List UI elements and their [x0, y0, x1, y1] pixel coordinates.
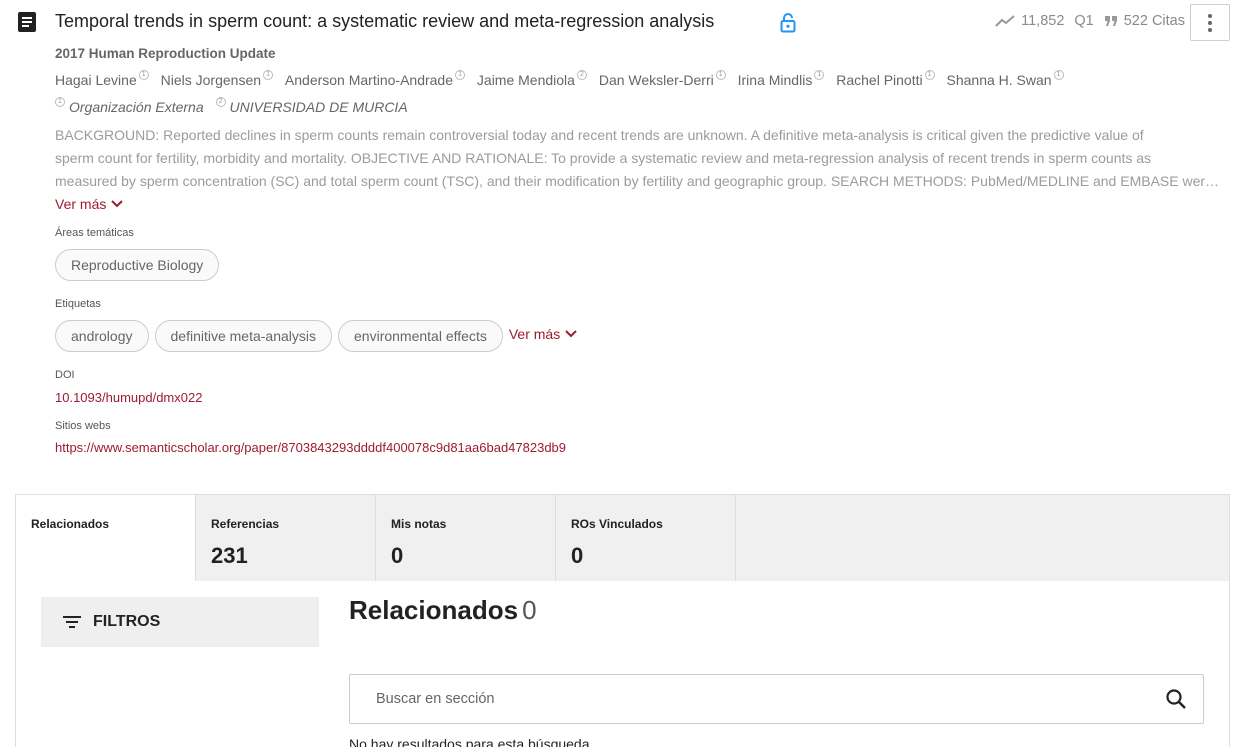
affiliation-badge: 1 — [715, 70, 726, 80]
views-count: 11,852 — [1021, 13, 1065, 29]
quartile-badge: Q1 — [1074, 13, 1094, 29]
areas-chips: Reproductive Biology — [55, 249, 220, 281]
citations-count: 522 Citas — [1123, 13, 1185, 29]
more-options-button[interactable] — [1190, 4, 1230, 41]
areas-label: Áreas temáticas — [55, 227, 134, 239]
affiliation-badge: 1 — [814, 70, 825, 80]
tab-count: 0 — [571, 543, 584, 568]
author-link[interactable]: Niels Jorgensen 1 — [161, 67, 274, 94]
abstract-see-more-link[interactable]: Ver más — [55, 196, 124, 212]
author-link[interactable]: Irina Mindlis 1 — [738, 67, 825, 94]
author-link[interactable]: Dan Weksler-Derri 1 — [599, 67, 726, 94]
website-link[interactable]: https://www.semanticscholar.org/paper/87… — [55, 440, 566, 455]
tab-mis-notas[interactable]: Mis notas 0 — [376, 495, 556, 582]
section-tabs: Relacionados Referencias 231 Mis notas 0… — [15, 494, 1230, 583]
author-link[interactable]: Jaime Mendiola 2 — [477, 67, 587, 94]
tags-see-more-link[interactable]: Ver más — [509, 326, 577, 342]
open-access-lock-icon — [780, 13, 796, 33]
chevron-down-icon — [111, 200, 124, 208]
section-count: 0 — [522, 595, 537, 625]
more-vert-icon — [1208, 13, 1212, 18]
section-search — [349, 674, 1204, 724]
quote-icon — [1104, 16, 1117, 26]
publication-title: Temporal trends in sperm count: a system… — [55, 11, 715, 31]
affiliation-badge: 1 — [924, 70, 935, 80]
tab-ros-vinculados[interactable]: ROs Vinculados 0 — [556, 495, 736, 582]
citations-metric: 522 Citas — [1104, 13, 1185, 29]
tab-referencias[interactable]: Referencias 231 — [196, 495, 376, 582]
websites-label: Sitios webs — [55, 420, 111, 432]
author-link[interactable]: Shanna H. Swan 1 — [947, 67, 1064, 94]
search-input[interactable] — [350, 675, 1150, 723]
chevron-down-icon — [565, 330, 577, 338]
author-link[interactable]: Anderson Martino-Andrade 1 — [285, 67, 466, 94]
journal-year: 2017 Human Reproduction Update — [55, 46, 276, 61]
document-icon — [18, 12, 36, 32]
affiliation-badge: 1 — [55, 97, 65, 107]
affiliation-external: 1 Organización Externa — [55, 94, 204, 121]
trending-icon — [995, 15, 1015, 27]
views-metric: 11,852 — [995, 13, 1064, 29]
area-chip[interactable]: Reproductive Biology — [55, 249, 220, 281]
affiliation-badge: 1 — [1053, 70, 1064, 80]
tag-chip[interactable]: andrology — [55, 320, 149, 352]
search-icon[interactable] — [1165, 688, 1187, 710]
no-results-message: No hay resultados para esta búsqueda — [349, 736, 590, 747]
tab-count: 231 — [211, 543, 248, 568]
tags-chips: andrology definitive meta-analysis envir… — [55, 320, 577, 352]
affiliation-badge: 2 — [576, 70, 587, 80]
author-link[interactable]: Rachel Pinotti 1 — [836, 67, 935, 94]
tab-count: 0 — [391, 543, 404, 568]
doi-label: DOI — [55, 369, 75, 381]
affiliation-badge: 1 — [138, 70, 149, 80]
tag-chip[interactable]: environmental effects — [338, 320, 503, 352]
section-title: Relacionados 0 — [349, 595, 537, 625]
tab-relacionados[interactable]: Relacionados — [16, 495, 196, 583]
doi-link[interactable]: 10.1093/humupd/dmx022 — [55, 390, 202, 405]
abstract-text: BACKGROUND: Reported declines in sperm c… — [55, 127, 1223, 189]
author-list: Hagai Levine 1 Niels Jorgensen 1 Anderson … — [55, 67, 1165, 121]
affiliation-murcia: 2 UNIVERSIDAD DE MURCIA — [215, 94, 408, 121]
metrics-bar: 11,852 Q1 522 Citas — [995, 13, 1185, 29]
filter-icon — [63, 616, 81, 628]
filters-button[interactable]: FILTROS — [41, 597, 319, 647]
affiliation-badge: 1 — [263, 70, 274, 80]
tag-chip[interactable]: definitive meta-analysis — [154, 320, 333, 352]
affiliation-badge: 2 — [215, 97, 226, 107]
author-link[interactable]: Hagai Levine 1 — [55, 67, 149, 94]
tags-label: Etiquetas — [55, 298, 101, 310]
affiliation-badge: 1 — [455, 70, 466, 80]
